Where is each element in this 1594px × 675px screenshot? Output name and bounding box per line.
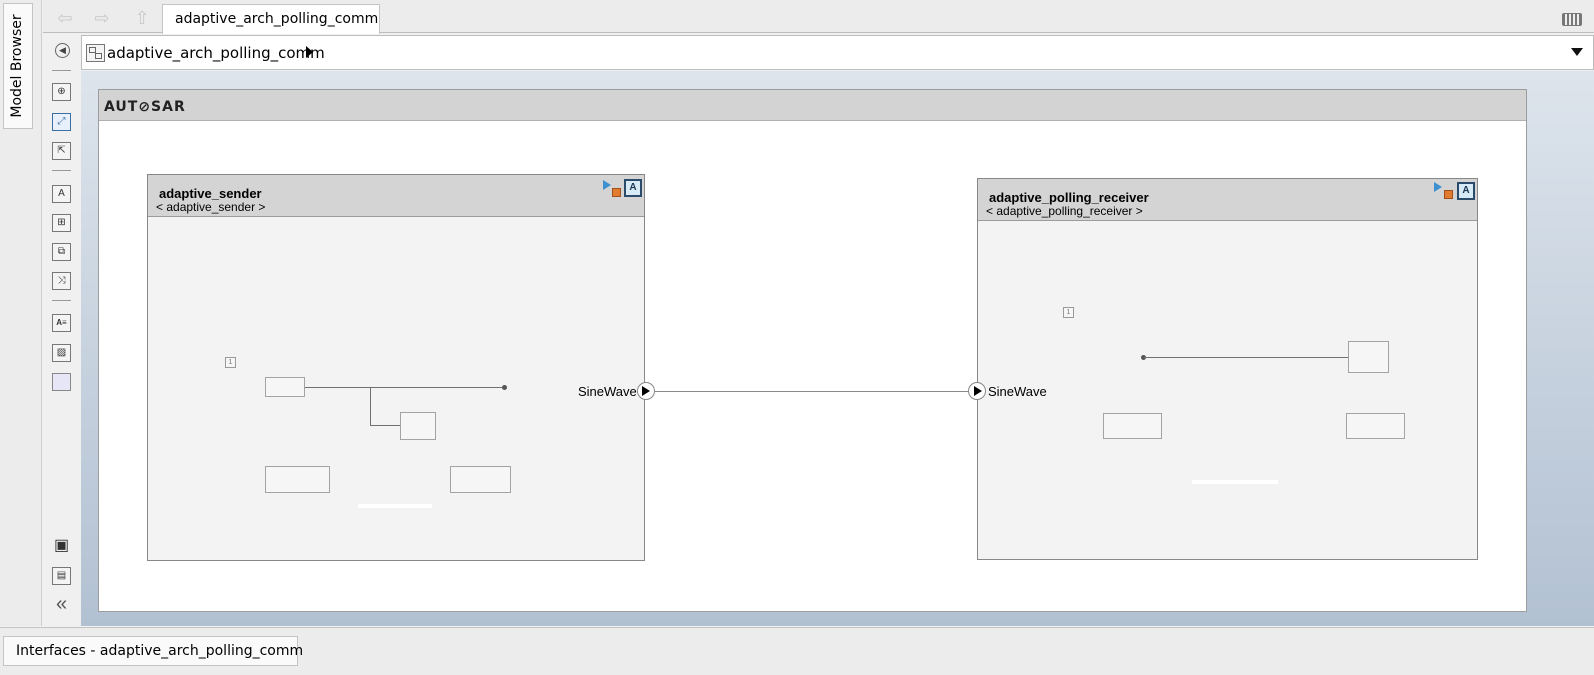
breadcrumb[interactable]: adaptive_arch_polling_comm — [107, 44, 325, 62]
thumbnail-line — [1144, 357, 1348, 358]
port-arrow-icon — [642, 386, 650, 396]
thumbnail-dot — [502, 385, 507, 390]
image-tool-icon[interactable]: ▨ — [52, 344, 71, 362]
component-adaptive-sender[interactable]: adaptive_sender < adaptive_sender > A 1 — [147, 174, 645, 561]
flag-icon — [1444, 190, 1453, 199]
annotation-tool-icon[interactable]: A≡ — [52, 314, 71, 332]
port-label-receiver: SineWave — [988, 384, 1047, 399]
inport-marker: 1 — [1063, 307, 1074, 318]
component-subtitle: < adaptive_polling_receiver > — [986, 204, 1143, 218]
adapter-tool-icon[interactable]: ⤨ — [52, 272, 71, 290]
camera-icon[interactable]: ▣ — [52, 538, 71, 556]
bottom-bar: Interfaces - adaptive_arch_polling_comm — [0, 627, 1594, 675]
back-arrow-icon[interactable]: ⇦ — [51, 7, 79, 29]
forward-arrow-icon[interactable]: ⇨ — [88, 7, 116, 29]
zoom-in-icon[interactable]: ⊕ — [52, 83, 71, 101]
component-header: adaptive_polling_receiver < adaptive_pol… — [978, 179, 1477, 221]
thumbnail-block — [265, 466, 330, 493]
up-arrow-icon[interactable]: ⇧ — [128, 7, 156, 29]
flag-icon — [612, 188, 621, 197]
tab-interfaces[interactable]: Interfaces - adaptive_arch_polling_comm — [3, 636, 303, 666]
fit-to-view-icon[interactable]: ⤢ — [52, 113, 71, 131]
behavior-icon — [603, 180, 611, 190]
thumbnail-block — [400, 412, 436, 440]
text-tool-icon[interactable]: A — [52, 185, 71, 203]
keyboard-icon[interactable] — [1562, 13, 1582, 26]
hide-explorer-icon[interactable]: ◀ — [55, 43, 70, 58]
thumbnail-annotation — [1192, 480, 1278, 484]
component-header: adaptive_sender < adaptive_sender > A — [148, 175, 644, 217]
chevron-down-icon[interactable] — [1571, 48, 1583, 56]
thumbnail-block — [1103, 413, 1162, 439]
behavior-icon — [1434, 182, 1442, 192]
component-name: adaptive_sender — [159, 186, 262, 201]
port-arrow-icon — [974, 386, 982, 396]
component-subtitle: < adaptive_sender > — [156, 200, 266, 214]
connector-line[interactable] — [655, 391, 969, 392]
port-label-sender: SineWave — [578, 384, 637, 399]
thumbnail-block — [265, 377, 305, 397]
autosar-component-icon[interactable]: A — [1457, 182, 1475, 200]
thumbnail-block — [450, 466, 511, 493]
model-browser-label: Model Browser — [9, 14, 25, 118]
address-bar[interactable]: adaptive_arch_polling_comm — [81, 35, 1594, 70]
explorer-bar-icon[interactable]: ▤ — [52, 567, 71, 585]
zoom-area-icon[interactable]: ⇱ — [52, 142, 71, 160]
thumbnail-block — [1348, 341, 1389, 373]
composition-tool-icon[interactable]: ⧉ — [52, 243, 71, 261]
thumbnail-line — [305, 387, 505, 388]
thumbnail-block — [1346, 413, 1405, 439]
tab-adaptive-arch-polling-comm[interactable]: adaptive_arch_polling_comm — [162, 4, 380, 34]
breadcrumb-arrow-icon[interactable] — [306, 46, 313, 58]
thumbnail-annotation — [358, 504, 432, 508]
thumbnail-line — [370, 387, 371, 425]
palette-divider — [52, 70, 71, 71]
component-adaptive-polling-receiver[interactable]: adaptive_polling_receiver < adaptive_pol… — [977, 178, 1478, 560]
palette-divider — [52, 300, 71, 301]
autosar-header: AUT⊘SAR — [99, 90, 1526, 121]
area-tool-icon[interactable] — [52, 373, 71, 391]
inport-marker: 1 — [225, 357, 236, 368]
component-name: adaptive_polling_receiver — [989, 190, 1149, 205]
thumbnail-line — [370, 425, 400, 426]
autosar-logo: AUT⊘SAR — [104, 99, 186, 115]
collapse-icon[interactable]: « — [52, 594, 71, 614]
autosar-component-icon[interactable]: A — [624, 179, 642, 197]
palette-divider — [52, 170, 71, 171]
component-tool-icon[interactable]: ⊞ — [52, 214, 71, 232]
model-icon — [86, 44, 105, 62]
